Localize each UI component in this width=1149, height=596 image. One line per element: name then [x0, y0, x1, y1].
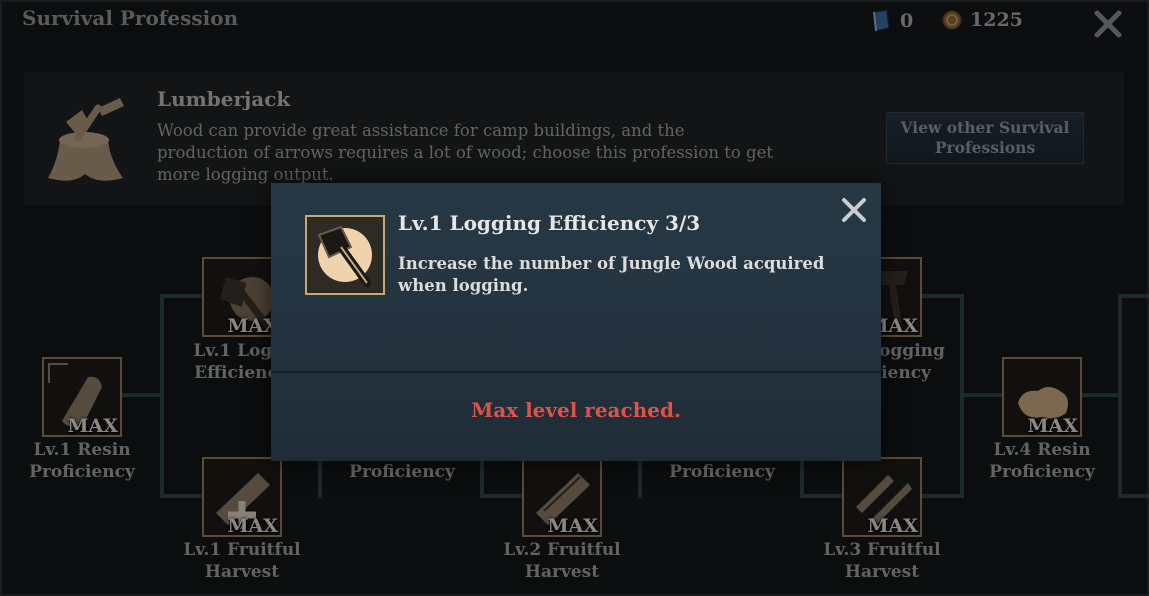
modal-description: Increase the number of Jungle Wood acqui…: [398, 254, 825, 295]
close-icon[interactable]: [840, 196, 868, 224]
modal-title: Lv.1 Logging Efficiency 3/3: [398, 211, 701, 235]
skill-detail-modal: Lv.1 Logging Efficiency 3/3 Increase the…: [271, 183, 881, 461]
max-level-status: Max level reached.: [471, 398, 681, 422]
divider: [271, 371, 881, 373]
skill-icon-frame: [305, 215, 385, 295]
axe-icon: [317, 225, 372, 287]
